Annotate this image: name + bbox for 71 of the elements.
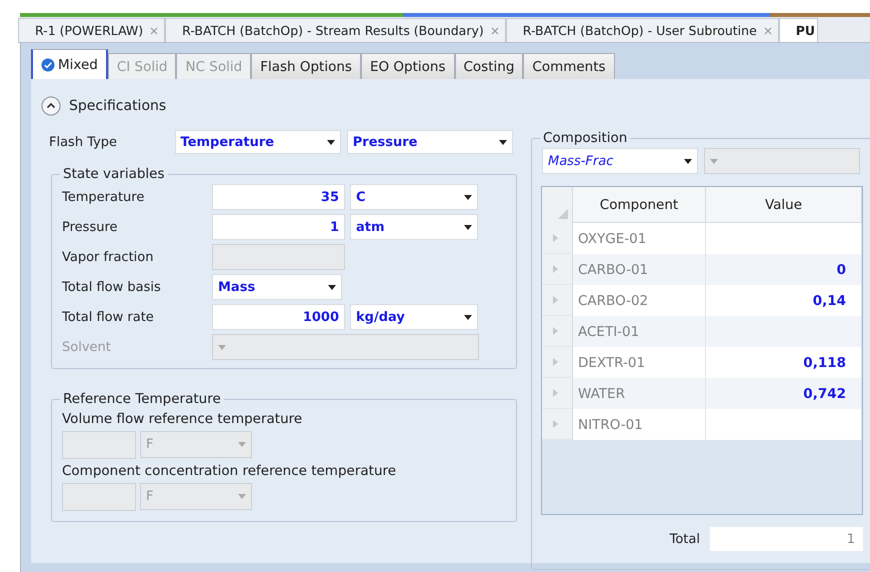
dropdown[interactable]: Pressure	[346, 130, 513, 154]
group-title: Composition	[542, 130, 628, 146]
row-arrow-icon	[553, 296, 558, 304]
column-header[interactable]: Component	[573, 187, 706, 223]
row-header[interactable]	[542, 347, 573, 378]
field-label: Component concentration reference temperature	[62, 463, 398, 479]
input-field[interactable]: 1000	[212, 304, 345, 330]
group-title: State variables	[62, 166, 166, 182]
form-tab[interactable]: EO Options	[360, 53, 454, 79]
caret-icon	[326, 140, 335, 144]
row-header[interactable]	[542, 409, 573, 440]
row-arrow-icon	[553, 389, 558, 397]
row-header[interactable]	[542, 316, 573, 347]
group-title: Reference Temperature	[62, 391, 222, 407]
close-icon[interactable]	[490, 26, 500, 36]
caret-icon	[684, 158, 692, 164]
field-label: Pressure	[62, 220, 119, 234]
caret-icon	[498, 140, 507, 144]
unit-dropdown[interactable]: kg/day	[350, 304, 478, 330]
close-icon[interactable]	[762, 26, 773, 36]
form-tab[interactable]: Mixed	[31, 49, 108, 79]
caret-icon	[710, 158, 718, 164]
row-header[interactable]	[542, 254, 573, 285]
field-label: Volume flow reference temperature	[62, 411, 304, 427]
input-field[interactable]	[62, 483, 136, 511]
row-arrow-icon	[553, 358, 558, 366]
caret-icon	[464, 314, 472, 320]
row-header[interactable]	[542, 223, 573, 254]
document-tab[interactable]: R-BATCH (BatchOp) - Stream Results (Boundary)	[165, 18, 506, 42]
unit-dropdown[interactable]: atm	[350, 214, 478, 240]
dropdown[interactable]: Mass-Frac	[542, 148, 698, 174]
document-tab[interactable]: R-1 (POWERLAW)	[18, 18, 166, 42]
input-field[interactable]: 35	[212, 184, 345, 210]
field-label: Solvent	[62, 340, 112, 354]
dropdown[interactable]: Mass	[212, 274, 342, 300]
dropdown[interactable]	[704, 148, 860, 174]
table-cell: NITRO-01	[573, 409, 706, 440]
total-field: 1	[710, 527, 863, 551]
caret-icon	[238, 494, 246, 499]
row-arrow-icon	[553, 265, 558, 273]
collapse-icon[interactable]	[41, 96, 61, 116]
dropdown[interactable]: Temperature	[174, 130, 341, 154]
field-label: Vapor fraction	[62, 250, 154, 264]
document-tab[interactable]: PU	[778, 18, 818, 42]
field-label: Total flow rate	[62, 310, 155, 324]
column-header[interactable]: Value	[706, 187, 862, 223]
form-tab[interactable]: Comments	[523, 53, 615, 79]
field-label: Total flow basis	[62, 280, 162, 294]
document-tab[interactable]: R-BATCH (BatchOp) - User Subroutine	[506, 18, 779, 42]
row-arrow-icon	[553, 327, 558, 335]
caret-icon	[218, 344, 226, 350]
caret-icon	[464, 224, 472, 230]
field-label: Temperature	[62, 190, 146, 204]
select-all-corner[interactable]	[542, 187, 573, 223]
row-header[interactable]	[542, 285, 573, 316]
row-arrow-icon	[553, 234, 558, 242]
total-label: Total	[670, 532, 700, 546]
row-header[interactable]	[542, 378, 573, 409]
section-title: Specifications	[69, 98, 166, 114]
caret-icon	[464, 194, 472, 200]
input-field[interactable]: 1	[212, 214, 345, 240]
row-arrow-icon	[553, 420, 558, 428]
corner-triangle-icon	[558, 209, 568, 219]
close-icon[interactable]	[149, 26, 160, 36]
form-tab[interactable]: Costing	[454, 53, 524, 79]
input-field[interactable]	[62, 431, 136, 459]
form-tab[interactable]: Flash Options	[251, 53, 361, 79]
caret-icon	[238, 442, 246, 447]
unit-dropdown[interactable]: C	[350, 184, 478, 210]
field-label: Flash Type	[49, 134, 118, 150]
caret-icon	[328, 284, 336, 290]
